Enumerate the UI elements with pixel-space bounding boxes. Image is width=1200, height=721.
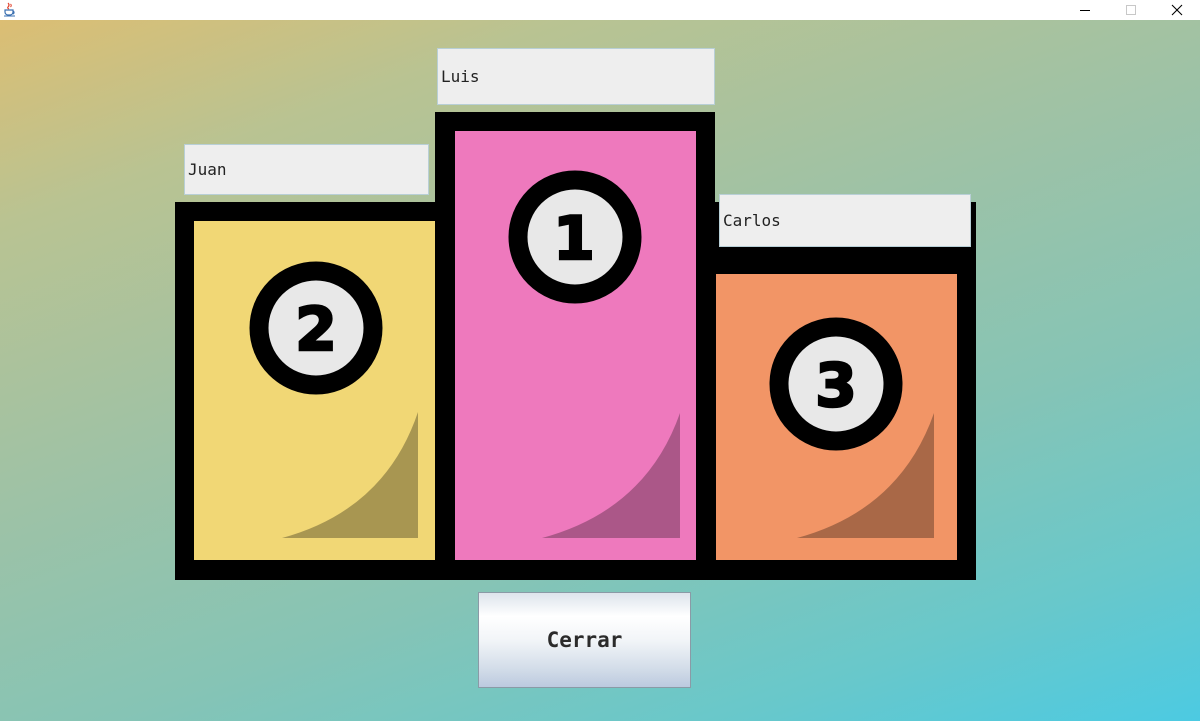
minimize-button[interactable] bbox=[1062, 0, 1108, 20]
second-place-name-field[interactable]: Juan bbox=[184, 144, 429, 195]
maximize-icon bbox=[1126, 5, 1136, 15]
podium-window: 2 1 3 Luis Juan Carlos Cerrar bbox=[0, 0, 1200, 721]
close-icon bbox=[1171, 4, 1183, 16]
maximize-button[interactable] bbox=[1108, 0, 1154, 20]
third-place-name-field[interactable]: Carlos bbox=[719, 194, 971, 247]
first-place-block: 1 bbox=[455, 131, 696, 560]
first-place-rank: 1 bbox=[553, 204, 595, 274]
second-place-block: 2 bbox=[194, 221, 435, 560]
java-cup-icon bbox=[2, 1, 18, 17]
close-window-button[interactable] bbox=[1154, 0, 1200, 20]
close-button[interactable]: Cerrar bbox=[478, 592, 691, 688]
third-place-block: 3 bbox=[716, 274, 957, 560]
content-panel: 2 1 3 Luis Juan Carlos Cerrar bbox=[0, 20, 1200, 721]
second-place-rank: 2 bbox=[295, 295, 337, 365]
title-bar bbox=[0, 0, 1200, 20]
third-place-rank: 3 bbox=[815, 351, 857, 421]
minimize-icon bbox=[1080, 10, 1090, 11]
first-place-name-field[interactable]: Luis bbox=[437, 48, 715, 105]
